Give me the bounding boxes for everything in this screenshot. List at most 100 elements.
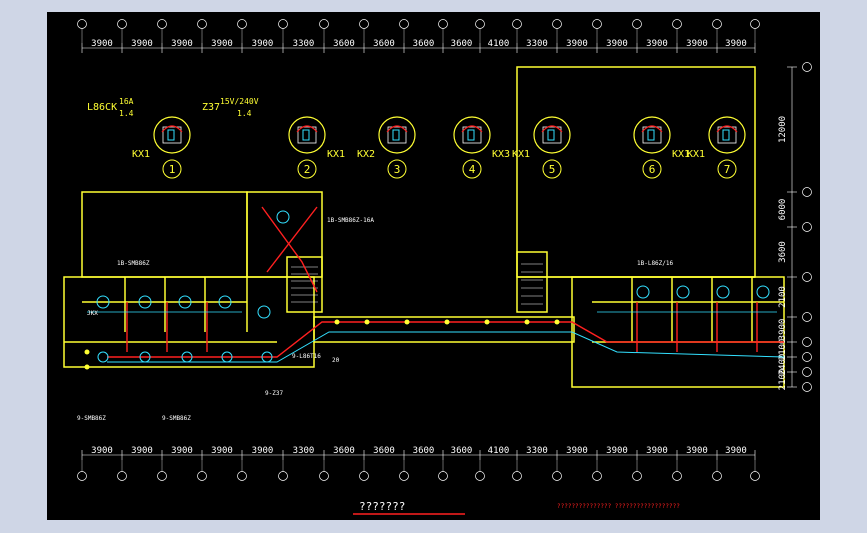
detail-number: 3 — [394, 163, 401, 176]
switch-icon — [467, 129, 475, 141]
axis-bubble — [438, 19, 448, 29]
switch-icon — [162, 126, 182, 144]
detail-number: 5 — [549, 163, 556, 176]
axis-bubble — [512, 19, 522, 29]
axis-bubble — [802, 222, 812, 232]
axis-bubble — [712, 19, 722, 29]
dimension-value: 3600 — [413, 39, 435, 49]
fixtures — [96, 210, 770, 363]
dimension-value: 3900 — [211, 39, 233, 49]
dimension-value: 3900 — [566, 39, 588, 49]
dimension-value: 3900 — [566, 446, 588, 456]
switch-icon — [297, 126, 317, 144]
switch-icon — [542, 126, 562, 144]
detail-number: 6 — [649, 163, 656, 176]
label-right-1: Z37 — [202, 102, 220, 113]
axis-bubble — [237, 471, 247, 481]
dimension-value: 12000 — [778, 116, 788, 143]
axis-bubble — [632, 471, 642, 481]
switch-label: KX3 — [492, 149, 510, 160]
dimension-value: 3900 — [686, 39, 708, 49]
axis-bubble — [475, 471, 485, 481]
axis-bubble — [802, 337, 812, 347]
axis-bubble — [592, 471, 602, 481]
dimension-value: 3600 — [413, 446, 435, 456]
bottom-note-3: 9-SMB86Z — [162, 415, 191, 422]
label-left-3: 1.4 — [119, 109, 134, 118]
axis-bubble — [157, 19, 167, 29]
dimension-value: 3900 — [725, 446, 747, 456]
stair-block-outline — [246, 191, 323, 278]
axis-bubble — [475, 19, 485, 29]
axis-bubble — [552, 19, 562, 29]
axis-bubble — [802, 187, 812, 197]
mid-note: 9-L86T16 — [292, 353, 321, 360]
detail-circle — [633, 116, 671, 154]
stair-treads — [291, 263, 543, 305]
switch-icon — [717, 126, 737, 144]
detail-number: 4 — [469, 163, 476, 176]
axis-bubble — [319, 471, 329, 481]
stair-left — [286, 256, 323, 313]
top-dimensions: 3900 3900 3900 3900 3900 3300 3600 3600 3600 3600… — [81, 28, 756, 53]
axis-bubble — [77, 19, 87, 29]
dimension-value: 3900 — [131, 446, 153, 456]
switch-icon — [462, 126, 482, 144]
upper-note: 1B-SMB86Z-16A — [327, 217, 374, 224]
cad-drawing-canvas[interactable]: 3900 3900 3900 3900 3900 3300 3600 3600 3600 3 600… — [47, 12, 820, 520]
building-walls — [63, 66, 785, 388]
dimension-value: 3900 — [606, 446, 628, 456]
mid-value: 20 — [332, 357, 340, 364]
axis-bubble — [197, 19, 207, 29]
bottom-dimensions: 3900 3900 3900 3900 3900 3300 3600 3600 3600 3600… — [81, 446, 756, 472]
dimension-value: 3900 — [171, 446, 193, 456]
dimension-value: 3900 — [211, 446, 233, 456]
axis-bubble — [117, 471, 127, 481]
dimension-value: 6000 — [778, 199, 788, 221]
detail-circle — [378, 116, 416, 154]
dimension-value: 2100 — [778, 369, 788, 391]
wiring-runs — [87, 206, 785, 363]
footer-legend: ??????????????? ?????????????????? — [557, 503, 680, 510]
axis-bubble — [802, 352, 812, 362]
axis-bubble — [672, 471, 682, 481]
axis-bubble — [319, 19, 329, 29]
jkx-label: JKX — [87, 310, 98, 317]
left-wing-outline — [63, 276, 315, 368]
axis-bubble — [77, 471, 87, 481]
axis-bubble — [399, 471, 409, 481]
dimension-value: 3900 — [646, 39, 668, 49]
dimension-value: 3300 — [293, 39, 315, 49]
dimension-value: 3300 — [526, 39, 548, 49]
right-note: 1B-L86Z/16 — [637, 260, 674, 267]
switch-icon — [642, 126, 662, 144]
dimension-value: 3900 — [646, 446, 668, 456]
axis-bubble — [399, 19, 409, 29]
label-right-3: 1.4 — [237, 109, 252, 118]
dimension-value: 3900 — [606, 39, 628, 49]
detail-number: 1 — [169, 163, 176, 176]
axis-bubble — [802, 62, 812, 72]
dimension-value: 3300 — [293, 446, 315, 456]
dimension-value: 3600 — [451, 39, 473, 49]
axis-bubble — [750, 19, 760, 29]
switch-detail-symbols: 1KX12KX13KX24KX35KX16KX17KX1 — [132, 116, 746, 179]
stair-right — [516, 251, 548, 313]
axis-bubble — [712, 471, 722, 481]
axis-bubble — [632, 19, 642, 29]
corridor-outline — [313, 316, 575, 343]
dimension-value: 3900 — [91, 446, 113, 456]
axis-bubble — [802, 382, 812, 392]
axis-bubble — [672, 19, 682, 29]
axis-bubble — [750, 471, 760, 481]
dimension-value: 3900 — [725, 39, 747, 49]
dimension-value: 2100 — [778, 286, 788, 308]
switch-icon — [647, 129, 655, 141]
dimension-value: 3300 — [526, 446, 548, 456]
dimension-value: 4100 — [488, 446, 510, 456]
dimension-value: 3900 — [778, 319, 788, 341]
detail-circle — [288, 116, 326, 154]
switch-icon — [547, 129, 555, 141]
axis-bubble — [802, 272, 812, 282]
detail-circle — [708, 116, 746, 154]
